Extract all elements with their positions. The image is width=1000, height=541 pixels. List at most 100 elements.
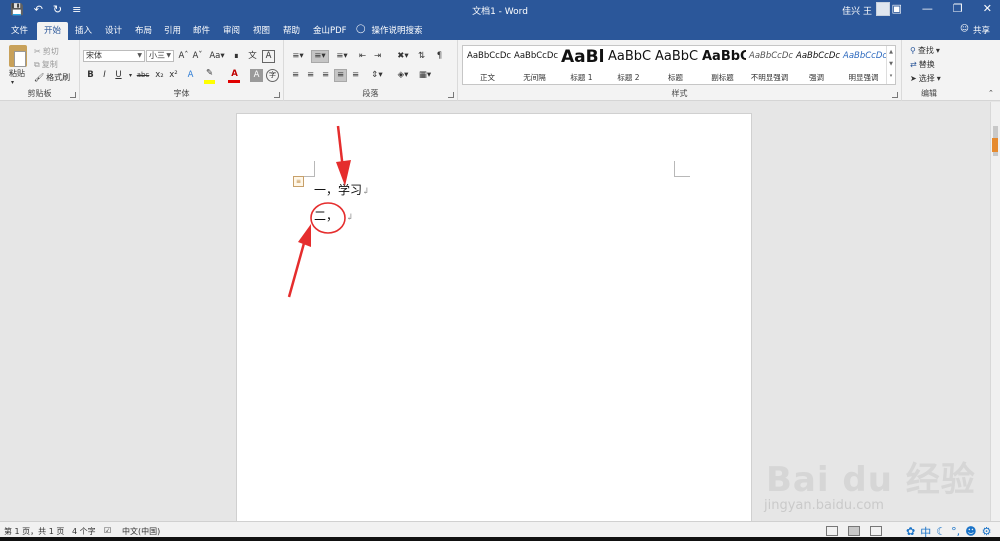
tab-insert[interactable]: 插入 xyxy=(75,24,92,36)
collapse-ribbon-icon[interactable]: ⌃ xyxy=(988,89,994,97)
scissors-icon: ✂ xyxy=(34,47,41,56)
cut-button[interactable]: ✂ 剪切 xyxy=(34,46,59,57)
share-button[interactable]: ☺ 共享 xyxy=(960,24,990,36)
paragraph-launcher-icon[interactable] xyxy=(448,92,454,98)
grow-font-icon[interactable]: Aˆ xyxy=(177,50,190,63)
align-left-icon[interactable]: ≡ xyxy=(289,69,302,82)
tab-design[interactable]: 设计 xyxy=(105,24,122,36)
word-count[interactable]: 4 个字 xyxy=(72,526,96,537)
user-avatar[interactable] xyxy=(876,2,890,16)
font-name-value: 宋体 xyxy=(86,51,102,60)
paste-icon[interactable] xyxy=(9,45,27,67)
enclose-characters-icon[interactable]: 字 xyxy=(266,69,279,82)
line-spacing-icon[interactable]: ⇕▾ xyxy=(368,69,386,82)
tab-kingsoft-pdf[interactable]: 金山PDF xyxy=(313,24,347,36)
replace-button[interactable]: ⇄ 替换 xyxy=(910,59,935,70)
chinese-layout-icon[interactable]: ✖▾ xyxy=(394,50,412,63)
shading-icon[interactable]: ◈▾ xyxy=(394,69,412,82)
more-styles-icon[interactable]: ▾ xyxy=(887,70,895,82)
strikethrough-icon[interactable]: abc xyxy=(135,69,151,82)
vertical-scrollbar[interactable] xyxy=(990,102,1000,521)
justify-icon[interactable]: ≡ xyxy=(334,69,347,82)
ribbon: 粘贴 ▾ ✂ 剪切 ⧉ 复制 🖌 格式刷 剪贴板 宋体 ▼ 小三 ▼ Aˆ Aˇ Aa… xyxy=(0,40,1000,101)
print-layout-icon[interactable] xyxy=(848,526,860,536)
paragraph-group-label: 段落 xyxy=(362,89,379,98)
document-area: ≡ 一，学习↲ 二， ↲ xyxy=(0,102,1000,533)
clipboard-launcher-icon[interactable] xyxy=(70,92,76,98)
style-subtitle[interactable]: AaBbC 副标题 xyxy=(699,46,746,84)
sort-icon[interactable]: ⇅ xyxy=(415,50,428,63)
annotation-arrow-up xyxy=(287,224,311,298)
format-painter-button[interactable]: 🖌 格式刷 xyxy=(34,72,70,83)
superscript-icon[interactable]: x² xyxy=(167,69,180,82)
copy-icon: ⧉ xyxy=(34,59,40,69)
style-subtle-emphasis[interactable]: AaBbCcDc 不明显强调 xyxy=(746,46,793,84)
proofing-icon[interactable]: ☑ xyxy=(104,526,111,535)
style-intense-emphasis[interactable]: AaBbCcDc 明显强调 xyxy=(840,46,887,84)
tab-review[interactable]: 审阅 xyxy=(223,24,240,36)
tab-mailings[interactable]: 邮件 xyxy=(193,24,210,36)
page-count[interactable]: 第 1 页，共 1 页 xyxy=(4,526,64,537)
annotation-overlay xyxy=(287,125,351,298)
paste-dropdown-icon[interactable]: ▾ xyxy=(11,79,14,86)
phonetic-guide-icon[interactable]: 文 xyxy=(246,50,259,63)
tab-view[interactable]: 视图 xyxy=(253,24,270,36)
cursor-icon: ➤ xyxy=(910,74,917,83)
multilevel-list-icon[interactable]: ≡▾ xyxy=(333,50,351,63)
style-title[interactable]: AaBbC 标题 xyxy=(652,46,699,84)
select-button[interactable]: ➤ 选择 ▾ xyxy=(910,73,941,84)
tell-me-search[interactable]: ◯ 操作说明搜索 xyxy=(356,24,423,36)
style-emphasis[interactable]: AaBbCcDc 强调 xyxy=(793,46,840,84)
read-mode-icon[interactable] xyxy=(826,526,838,536)
paste-button[interactable]: 粘贴 xyxy=(9,68,25,79)
chevron-up-icon[interactable]: ▲ xyxy=(887,46,895,58)
font-launcher-icon[interactable] xyxy=(274,92,280,98)
bold-icon[interactable]: B xyxy=(84,69,97,82)
font-name-dropdown[interactable]: 宋体 ▼ xyxy=(83,50,145,62)
title-bar: 💾 ↶ ↻ ≡ 文档1 - Word 佳兴 王 ▣ — ❐ ✕ xyxy=(0,0,1000,20)
minimize-icon[interactable]: — xyxy=(922,2,933,15)
character-border-icon[interactable]: A xyxy=(262,50,275,63)
bullets-icon[interactable]: ≡▾ xyxy=(289,50,307,63)
font-size-dropdown[interactable]: 小三 ▼ xyxy=(146,50,174,62)
align-center-icon[interactable]: ≡ xyxy=(304,69,317,82)
ribbon-display-icon[interactable]: ▣ xyxy=(892,2,902,15)
language-status[interactable]: 中文(中国) xyxy=(122,526,160,537)
tab-help[interactable]: 帮助 xyxy=(283,24,300,36)
decrease-indent-icon[interactable]: ⇤ xyxy=(356,50,369,63)
style-heading-1[interactable]: AaBl 标题 1 xyxy=(558,46,605,84)
character-shading-icon[interactable]: A xyxy=(250,69,263,82)
tab-layout[interactable]: 布局 xyxy=(135,24,152,36)
web-layout-icon[interactable] xyxy=(870,526,882,536)
change-case-icon[interactable]: Aa▾ xyxy=(208,50,226,63)
clear-formatting-icon[interactable]: ∎ xyxy=(230,50,243,63)
show-formatting-marks-icon[interactable]: ¶ xyxy=(433,50,446,63)
borders-icon[interactable]: ▦▾ xyxy=(416,69,434,82)
tab-file[interactable]: 文件 xyxy=(11,24,28,36)
close-icon[interactable]: ✕ xyxy=(983,2,992,15)
shrink-font-icon[interactable]: Aˇ xyxy=(191,50,204,63)
paintbrush-icon: 🖌 xyxy=(34,73,45,82)
numbering-icon[interactable]: ≡▾ xyxy=(311,50,329,63)
distributed-icon[interactable]: ≡ xyxy=(349,69,362,82)
find-button[interactable]: ⚲ 查找 ▾ xyxy=(910,45,940,56)
user-name[interactable]: 佳兴 王 xyxy=(842,4,872,17)
style-normal[interactable]: AaBbCcDc 正文 xyxy=(464,46,511,84)
styles-gallery-scroll[interactable]: ▲ ▼ ▾ xyxy=(886,46,895,84)
tab-home[interactable]: 开始 xyxy=(37,22,69,40)
restore-icon[interactable]: ❐ xyxy=(953,2,963,15)
increase-indent-icon[interactable]: ⇥ xyxy=(371,50,384,63)
align-right-icon[interactable]: ≡ xyxy=(319,69,332,82)
style-no-spacing[interactable]: AaBbCcDc 无间隔 xyxy=(511,46,558,84)
tab-references[interactable]: 引用 xyxy=(164,24,181,36)
ribbon-tabs: 文件 开始 插入 设计 布局 引用 邮件 审阅 视图 帮助 金山PDF ◯ 操作… xyxy=(0,20,1000,40)
styles-launcher-icon[interactable] xyxy=(892,92,898,98)
italic-icon[interactable]: I xyxy=(98,69,111,82)
style-heading-2[interactable]: AaBbC 标题 2 xyxy=(605,46,652,84)
highlighter-icon[interactable]: ✎ xyxy=(203,67,216,80)
chevron-down-icon: ▼ xyxy=(137,52,142,59)
subscript-icon[interactable]: x₂ xyxy=(153,69,166,82)
chevron-down-icon[interactable]: ▼ xyxy=(887,58,895,70)
text-effects-icon[interactable]: A xyxy=(184,69,197,82)
copy-button[interactable]: ⧉ 复制 xyxy=(34,59,58,70)
